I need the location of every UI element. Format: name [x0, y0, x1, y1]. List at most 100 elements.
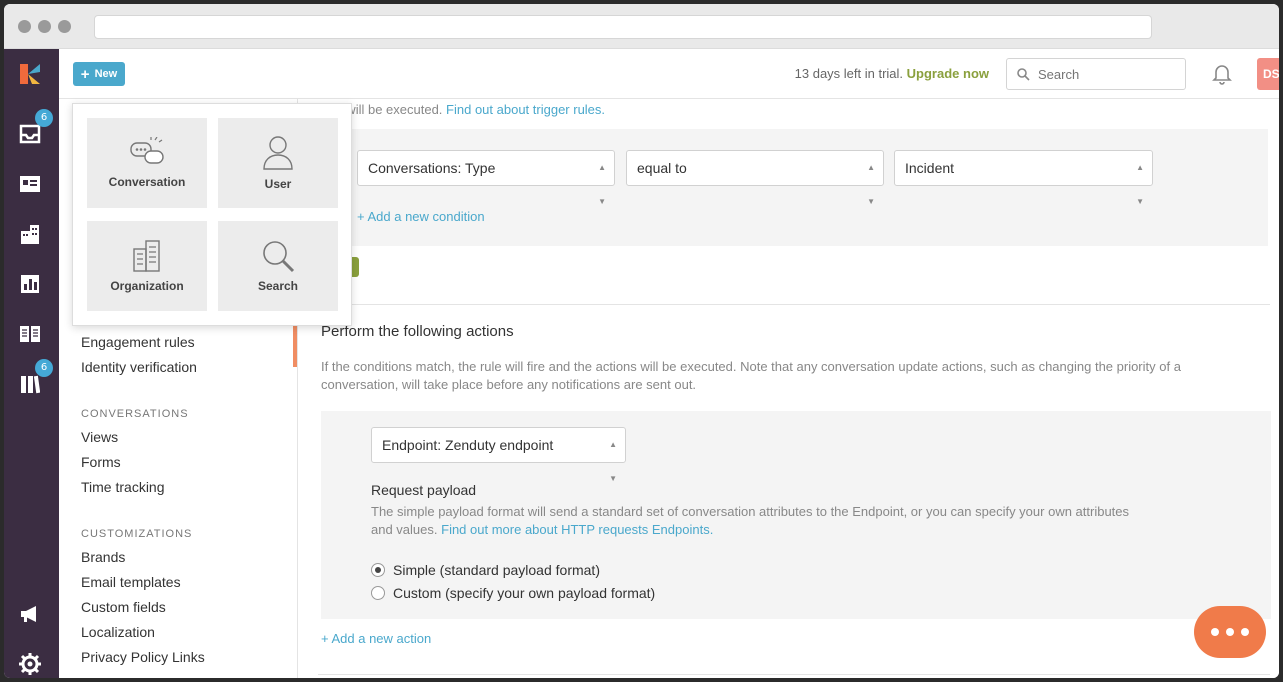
new-menu-popup: Conversation User Organization Search: [72, 103, 352, 326]
condition-field-value: Conversations: Type: [368, 160, 496, 176]
chat-dot: [1241, 628, 1249, 636]
inbox-count-badge: 6: [35, 109, 53, 127]
add-action-link[interactable]: + Add a new action: [321, 631, 431, 646]
sidebar-item-localization[interactable]: Localization: [81, 624, 155, 640]
sidebar-item-brands[interactable]: Brands: [81, 549, 125, 565]
trigger-rules-link[interactable]: Find out about trigger rules.: [446, 102, 605, 117]
new-user-label: User: [264, 177, 292, 191]
icon-rail: 6 6: [4, 49, 59, 678]
user-icon: [263, 136, 293, 170]
radio-unselected-icon[interactable]: [371, 586, 385, 600]
window-close-dot[interactable]: [18, 20, 31, 33]
section-divider: [318, 304, 1270, 305]
payload-heading: Request payload: [371, 482, 477, 498]
radio-selected-icon[interactable]: [371, 563, 385, 577]
chat-dot: [1211, 628, 1219, 636]
select-arrow-icon: ▲ ▼: [1136, 163, 1144, 206]
new-user-tile[interactable]: User: [218, 118, 338, 208]
sidebar-item-engagement-rules[interactable]: Engagement rules: [81, 334, 195, 350]
new-button[interactable]: + New: [73, 62, 125, 86]
endpoint-select[interactable]: Endpoint: Zenduty endpoint ▲ ▼: [371, 427, 626, 483]
sidebar-item-email-templates[interactable]: Email templates: [81, 574, 181, 590]
trial-notice: 13 days left in trial. Upgrade now: [795, 66, 989, 81]
select-arrow-icon: ▲ ▼: [598, 163, 606, 206]
condition-operator-value: equal to: [637, 160, 687, 176]
contact-card-icon: [20, 176, 40, 192]
sidebar-item-views[interactable]: Views: [81, 429, 118, 445]
gear-icon: [19, 653, 41, 675]
logo-icon: [20, 64, 40, 84]
rail-settings[interactable]: [15, 649, 45, 678]
payload-note: The simple payload format will send a st…: [371, 503, 1131, 539]
add-condition-link[interactable]: + Add a new condition: [357, 209, 485, 224]
megaphone-icon: [21, 606, 36, 622]
plus-icon: +: [80, 65, 90, 83]
building-icon: [21, 225, 39, 244]
sidebar-item-identity-verification[interactable]: Identity verification: [81, 359, 197, 375]
upgrade-link[interactable]: Upgrade now: [907, 66, 989, 81]
chat-dot: [1226, 628, 1234, 636]
main-content: age will be executed. Find out about tri…: [298, 99, 1279, 678]
columns-icon: [21, 375, 40, 394]
payload-custom-option[interactable]: Custom (specify your own payload format): [371, 585, 655, 601]
http-endpoints-link[interactable]: Find out more about HTTP requests Endpoi…: [441, 522, 713, 537]
sidebar-item-time-tracking[interactable]: Time tracking: [81, 479, 165, 495]
select-arrow-icon: ▲ ▼: [609, 440, 617, 483]
endpoint-select-value: Endpoint: Zenduty endpoint: [382, 437, 554, 453]
search-box[interactable]: [1006, 58, 1186, 90]
window-minimize-dot[interactable]: [38, 20, 51, 33]
sidebar-heading-customizations: CUSTOMIZATIONS: [81, 528, 193, 540]
payload-custom-label: Custom (specify your own payload format): [393, 585, 656, 601]
sidebar-item-forms[interactable]: Forms: [81, 454, 121, 470]
condition-field-select[interactable]: Conversations: Type ▲ ▼: [357, 150, 615, 206]
new-organization-label: Organization: [110, 279, 184, 293]
new-search-tile[interactable]: Search: [218, 221, 338, 311]
condition-panel: Conversations: Type ▲ ▼ equal to ▲ ▼ Incid…: [334, 129, 1268, 246]
rail-users[interactable]: [15, 169, 45, 199]
search-icon: [1017, 67, 1030, 81]
action-panel: Endpoint: Zenduty endpoint ▲ ▼ Request pa…: [321, 411, 1271, 619]
window-zoom-dot[interactable]: [58, 20, 71, 33]
select-arrow-icon: ▲ ▼: [867, 163, 875, 206]
new-search-label: Search: [257, 279, 299, 293]
section-divider-bottom: [318, 674, 1270, 675]
sidebar-heading-conversations: CONVERSATIONS: [81, 408, 189, 420]
search-input[interactable]: [1038, 66, 1168, 82]
payload-simple-option[interactable]: Simple (standard payload format): [371, 562, 600, 578]
active-section-indicator: [293, 322, 297, 367]
organization-icon: [133, 240, 160, 272]
top-bar: + New 13 days left in trial. Upgrade now…: [59, 49, 1279, 99]
sidebar-item-custom-fields[interactable]: Custom fields: [81, 599, 166, 615]
condition-value-select[interactable]: Incident ▲ ▼: [894, 150, 1153, 206]
new-conversation-label: Conversation: [108, 175, 186, 189]
rail-insights[interactable]: [15, 269, 45, 299]
conversation-icon: [130, 137, 164, 164]
new-button-label: New: [94, 68, 118, 80]
trigger-note: age will be executed. Find out about tri…: [321, 101, 605, 119]
new-conversation-tile[interactable]: Conversation: [87, 118, 207, 208]
rail-inbox[interactable]: 6: [15, 109, 53, 149]
rail-helpcenter[interactable]: [15, 319, 45, 349]
notifications-bell[interactable]: [1212, 63, 1232, 90]
browser-chrome: [4, 4, 1279, 49]
bar-chart-icon: [21, 275, 39, 293]
browser-window: 6 6 + New 13 days left in trial. Upgrade…: [4, 4, 1279, 678]
rail-library[interactable]: 6: [15, 359, 53, 399]
trial-text: 13 days left in trial.: [794, 66, 904, 81]
search-icon: [263, 241, 295, 273]
chat-launcher-button[interactable]: [1194, 606, 1266, 658]
avatar[interactable]: DS: [1257, 58, 1279, 90]
inbox-icon: [19, 124, 41, 144]
actions-note: If the conditions match, the rule will f…: [321, 359, 1181, 392]
condition-operator-select[interactable]: equal to ▲ ▼: [626, 150, 884, 206]
bell-icon: [1212, 65, 1232, 85]
open-book-icon: [20, 326, 40, 342]
rail-announcements[interactable]: [15, 599, 45, 629]
payload-simple-label: Simple (standard payload format): [393, 562, 600, 578]
address-bar[interactable]: [94, 15, 1152, 39]
library-count-badge: 6: [35, 359, 53, 377]
kayako-logo[interactable]: [15, 59, 45, 89]
sidebar-item-privacy-policy-links[interactable]: Privacy Policy Links: [81, 649, 205, 665]
new-organization-tile[interactable]: Organization: [87, 221, 207, 311]
rail-organizations[interactable]: [15, 219, 45, 249]
